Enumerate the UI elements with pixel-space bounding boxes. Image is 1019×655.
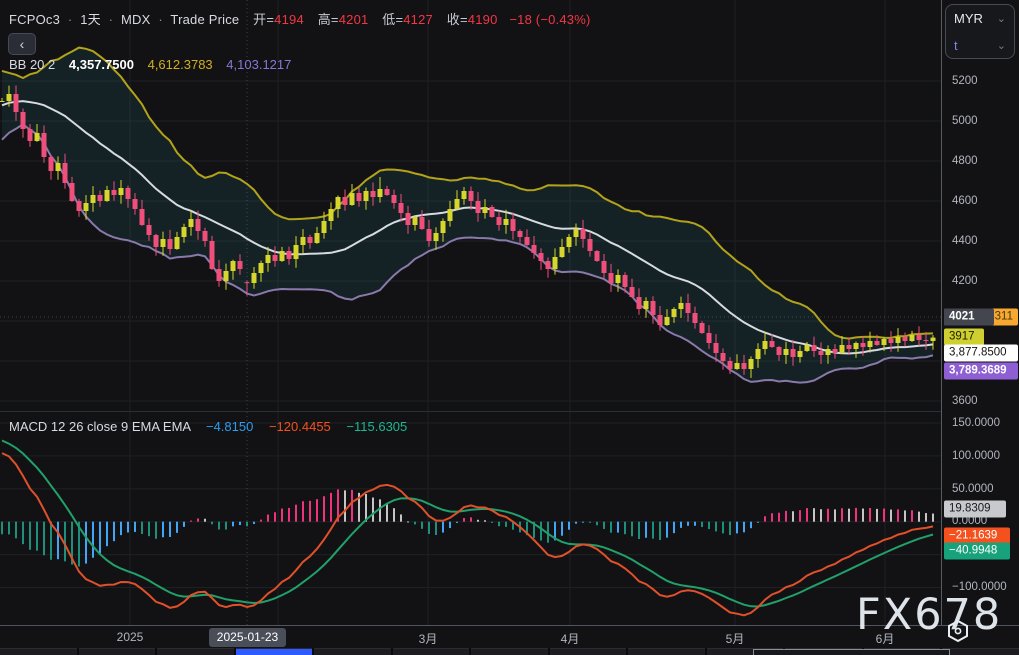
fx678-watermark: FX678 <box>856 590 1002 640</box>
bb-upper-value: 4,612.3783 <box>148 57 213 72</box>
axis-tick: 5000 <box>952 115 978 127</box>
high-value: 4201 <box>339 12 369 27</box>
strip-cell <box>550 648 627 655</box>
currency-dropdown[interactable]: MYR ⌄ <box>946 5 1014 32</box>
open-label: 开= <box>253 12 274 27</box>
price-axis[interactable]: 5200 5000 4800 4600 4400 4200 3600 150.0000 100.… <box>941 0 1019 648</box>
axis-value-label: 19.8309 <box>944 501 1006 518</box>
time-axis-label: 2025 <box>117 630 144 644</box>
axis-value-label: 3,877.8500 <box>944 345 1018 362</box>
strip-cell <box>314 648 391 655</box>
close-label: 收= <box>447 12 468 27</box>
strip-cell <box>942 648 1019 655</box>
back-button[interactable]: ‹ <box>8 33 36 55</box>
strip-cell <box>471 648 548 655</box>
axis-unit-box: MYR ⌄ t ⌄ <box>945 4 1015 59</box>
fx678-logo-icon <box>943 618 973 644</box>
time-axis-label: 5月 <box>726 630 745 647</box>
macd-signal-value: −115.6305 <box>346 419 407 434</box>
high-label: 高= <box>318 12 339 27</box>
axis-tick: 4600 <box>952 195 978 207</box>
macd-title: MACD 12 26 close 9 EMA EMA <box>9 419 190 434</box>
macd-pane[interactable] <box>0 412 941 625</box>
axis-tick: 4400 <box>952 235 978 247</box>
interval[interactable]: 1天 <box>80 12 101 27</box>
bb-basis-value: 4,357.7500 <box>69 57 134 72</box>
chevron-down-icon: ⌄ <box>997 12 1006 25</box>
low-value: 4127 <box>403 12 433 27</box>
axis-value-label: 4021 <box>944 309 994 326</box>
symbol-header: FCPOc3 · 1天 · MDX · Trade Price 开=4194 高… <box>9 9 591 28</box>
trading-chart-app: FCPOc3 · 1天 · MDX · Trade Price 开=4194 高… <box>0 0 1019 655</box>
strip-cell <box>157 648 234 655</box>
crosshair-date-label: 2025-01-23 <box>209 628 286 647</box>
axis-tick: 150.0000 <box>952 417 1000 429</box>
change-value: −18 (−0.43%) <box>509 12 590 27</box>
bb-title: BB 20 2 <box>9 57 55 72</box>
macd-indicator-legend[interactable]: MACD 12 26 close 9 EMA EMA −4.8150 −120.… <box>9 419 407 434</box>
price-type: Trade Price <box>170 12 239 27</box>
axis-value-label: 3917 <box>944 329 984 346</box>
macd-line-value: −120.4455 <box>269 419 331 434</box>
axis-tick: 100.0000 <box>952 450 1000 462</box>
axis-value-label: −40.9948 <box>944 543 1010 560</box>
macd-hist-value: −4.8150 <box>206 419 253 434</box>
axis-tick: 4200 <box>952 275 978 287</box>
strip-cell <box>393 648 470 655</box>
time-axis-label: 4月 <box>561 630 580 647</box>
axis-tick: 4800 <box>952 155 978 167</box>
strip-cell <box>79 648 156 655</box>
bb-indicator-legend[interactable]: BB 20 2 4,357.7500 4,612.3783 4,103.1217 <box>9 57 291 72</box>
low-label: 低= <box>382 12 403 27</box>
open-value: 4194 <box>274 12 304 27</box>
strip-cell <box>628 648 705 655</box>
exchange: MDX <box>121 12 151 27</box>
unit-dropdown[interactable]: t ⌄ <box>946 32 1014 59</box>
time-axis-label: 3月 <box>419 630 438 647</box>
pane-separator[interactable] <box>0 411 941 412</box>
strip-cell-highlighted <box>236 648 313 655</box>
axis-tick: 3600 <box>952 395 978 407</box>
close-value: 4190 <box>468 12 498 27</box>
currency-value: MYR <box>954 11 983 26</box>
bottom-toolbar-fragment <box>753 649 950 655</box>
axis-value-label: 3,789.3689 <box>944 363 1018 380</box>
chevron-down-icon: ⌄ <box>997 39 1006 52</box>
unit-value: t <box>954 38 958 53</box>
bb-lower-value: 4,103.1217 <box>226 57 291 72</box>
axis-tick: 50.0000 <box>952 483 994 495</box>
axis-tick: 5200 <box>952 75 978 87</box>
symbol-name[interactable]: FCPOc3 <box>9 12 60 27</box>
strip-cell <box>0 648 77 655</box>
